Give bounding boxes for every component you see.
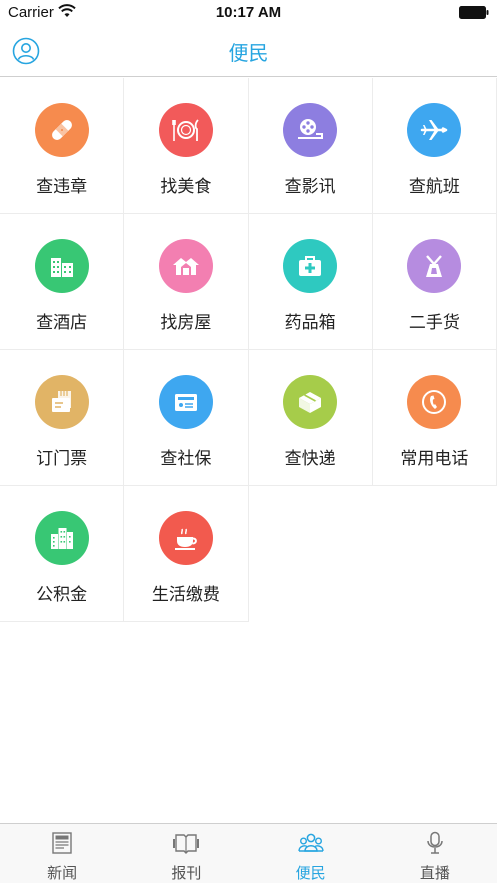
- people-icon: [297, 833, 324, 852]
- hotel-building-icon: [34, 239, 89, 293]
- status-time: 10:17 AM: [215, 4, 282, 21]
- grid-item-second-hand[interactable]: 二手货: [372, 214, 497, 350]
- tab-label: 直播: [419, 865, 450, 882]
- grid-item-label: 查快递: [284, 449, 336, 468]
- grid-item-label: 二手货: [408, 313, 460, 332]
- city-buildings-icon: [34, 511, 89, 565]
- grid-item-label: 查酒店: [36, 313, 88, 332]
- grid-item-housing-fund[interactable]: 公积金: [0, 486, 125, 622]
- tab-label: 新闻: [47, 865, 78, 882]
- grid-item-utility-payment[interactable]: 生活缴费: [124, 486, 249, 622]
- grid-item-label: 查影讯: [284, 177, 336, 196]
- grid-item-express[interactable]: 查快递: [248, 350, 373, 486]
- newspaper-icon: [52, 832, 72, 854]
- grid-item-flights[interactable]: 查航班: [372, 78, 497, 214]
- grid-empty-cell: [373, 486, 497, 622]
- id-card-icon: [158, 375, 213, 429]
- package-icon: [283, 375, 338, 429]
- grid-item-label: 找房屋: [160, 313, 212, 332]
- bandage-icon: [34, 103, 89, 157]
- grid-item-label: 查违章: [36, 177, 88, 196]
- film-reel-icon: [283, 103, 338, 157]
- tab-magazine[interactable]: 报刊: [124, 824, 248, 883]
- tab-label: 报刊: [171, 865, 202, 882]
- grid-item-movie-info[interactable]: 查影讯: [248, 78, 373, 214]
- grid-item-common-phones[interactable]: 常用电话: [372, 350, 497, 486]
- coffee-cup-icon: [158, 511, 213, 565]
- gift-icon: [407, 239, 462, 293]
- house-icon: [158, 239, 213, 293]
- grid-item-label: 药品箱: [284, 313, 336, 332]
- grid-item-tickets[interactable]: 订门票: [0, 350, 125, 486]
- grid-item-label: 查航班: [408, 177, 460, 196]
- page-title: 便民: [228, 43, 269, 65]
- grid-item-social-security[interactable]: 查社保: [124, 350, 249, 486]
- microphone-icon: [427, 831, 443, 854]
- grid-item-label: 生活缴费: [151, 585, 220, 604]
- tab-news[interactable]: 新闻: [0, 824, 124, 883]
- tab-label: 便民: [295, 865, 326, 882]
- ticket-icon: [34, 375, 89, 429]
- grid-item-label: 订门票: [36, 449, 88, 468]
- tab-live[interactable]: 直播: [373, 824, 497, 883]
- grid-item-label: 常用电话: [400, 449, 469, 468]
- grid-item-label: 查社保: [160, 449, 212, 468]
- grid-item-label: 找美食: [160, 177, 212, 196]
- dining-icon: [158, 103, 213, 157]
- grid-item-find-house[interactable]: 找房屋: [124, 214, 249, 350]
- grid-empty-cell: [249, 486, 373, 622]
- service-grid: 查违章 找美食 查影讯 查航班 查酒店 找房屋 药品箱 二手货 订门票 查社保 …: [0, 78, 497, 622]
- grid-item-label: 公积金: [36, 585, 88, 604]
- grid-item-traffic-violation[interactable]: 查违章: [0, 78, 125, 214]
- phone-icon: [407, 375, 462, 429]
- grid-item-hotel[interactable]: 查酒店: [0, 214, 125, 350]
- navigation-bar: 便民: [0, 26, 497, 77]
- status-bar: Carrier 10:17 AM: [0, 0, 497, 26]
- medicine-box-icon: [283, 239, 338, 293]
- tab-convenience[interactable]: 便民: [249, 824, 373, 883]
- airplane-icon: [407, 103, 462, 157]
- tab-bar: 新闻 报刊 便民 直播: [0, 823, 497, 883]
- grid-item-medicine[interactable]: 药品箱: [248, 214, 373, 350]
- battery-icon: [459, 6, 489, 19]
- grid-item-find-food[interactable]: 找美食: [124, 78, 249, 214]
- magazine-icon: [173, 834, 200, 854]
